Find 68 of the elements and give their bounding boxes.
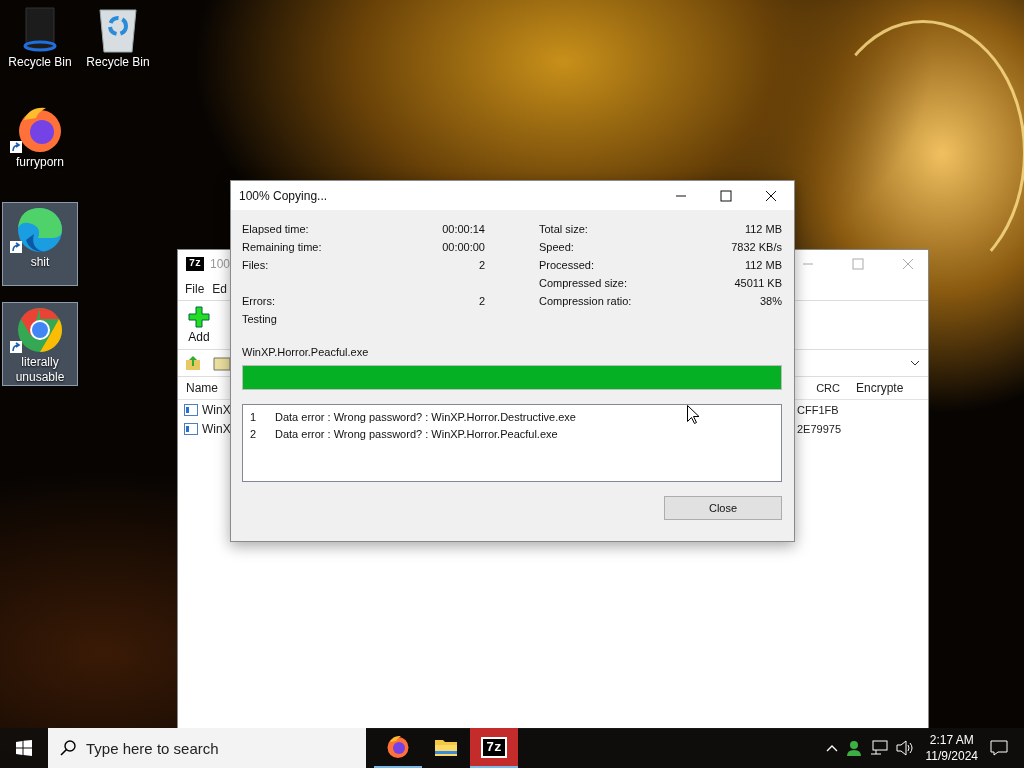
stat-label: Total size: <box>539 223 588 235</box>
stat-label: Elapsed time: <box>242 223 309 235</box>
operation-label: Testing <box>242 313 278 327</box>
clock-date[interactable]: 11/9/2024 <box>925 748 978 764</box>
stat-label: Errors: <box>242 295 275 307</box>
maximize-icon[interactable] <box>720 189 732 202</box>
close-icon[interactable] <box>765 189 777 202</box>
stat-value: 00:00:14 <box>442 223 485 235</box>
column-header[interactable]: CRC <box>796 382 846 394</box>
stat-value: 00:00:00 <box>442 241 485 253</box>
person-icon[interactable] <box>845 740 862 756</box>
desktop-shortcut[interactable]: Recycle Bin <box>2 2 78 86</box>
notification-icon[interactable] <box>990 740 1008 756</box>
stat-label: Files: <box>242 259 269 271</box>
window-title: 100% Copying... <box>239 188 328 203</box>
error-message: Data error : Wrong password? : WinXP.Horror.Peacful.exe <box>275 427 558 440</box>
taskbar-app[interactable]: 7z <box>470 728 518 768</box>
file-icon <box>184 403 198 416</box>
windows-logo-icon[interactable] <box>16 740 32 756</box>
table-cell-text: 2E79975 <box>796 422 843 435</box>
desktop-shortcut[interactable]: literally unusable <box>2 302 78 386</box>
table-cell: WinX <box>202 421 231 436</box>
stat-value: 45011 KB <box>734 277 782 289</box>
plus-icon <box>188 306 210 328</box>
app-logo: 7z <box>481 736 507 758</box>
stat-label: Speed: <box>539 241 574 253</box>
folder-up-icon[interactable] <box>184 354 202 372</box>
stat-label: Compressed size: <box>539 277 628 289</box>
stat-value: 2 <box>478 259 485 271</box>
browser-swirl-icon <box>16 206 64 254</box>
table-cell-text: CFF1FB <box>796 403 840 416</box>
volume-icon[interactable] <box>895 740 914 756</box>
file-icon <box>184 422 198 435</box>
desktop-shortcut[interactable]: Recycle Bin <box>80 2 156 86</box>
error-number: 1 <box>250 410 258 423</box>
network-icon[interactable] <box>869 740 888 756</box>
chevron-up-icon[interactable] <box>825 744 838 752</box>
toolbar-button[interactable]: Add <box>182 306 216 344</box>
recycle-bin-icon <box>96 6 140 54</box>
column-header[interactable]: Encrypte <box>846 381 928 395</box>
error-message: Data error : Wrong password? : WinXP.Horror.Destructive.exe <box>275 410 576 423</box>
current-file-name: WinXP.Horror.Peacful.exe <box>242 346 370 360</box>
dropdown-caret-icon[interactable] <box>910 360 920 366</box>
stat-value: 7832 KB/s <box>731 241 782 253</box>
window-title: 100 <box>210 257 231 271</box>
folder-icon <box>434 737 458 757</box>
menu-item[interactable]: File <box>185 282 205 296</box>
browser-globe-icon <box>386 735 410 759</box>
clock-time[interactable]: 2:17 AM <box>929 732 974 748</box>
desktop-shortcut[interactable]: shit <box>2 202 78 286</box>
error-number: 2 <box>250 427 258 440</box>
stat-label: Compression ratio: <box>539 295 632 307</box>
stat-label: Remaining time: <box>242 241 322 253</box>
folder-icon[interactable] <box>212 354 232 372</box>
close-button[interactable]: Close <box>664 496 782 520</box>
desktop-shortcut[interactable]: furryporn <box>2 102 78 186</box>
stat-label: Processed: <box>539 259 595 271</box>
app-logo: 7z <box>186 257 204 271</box>
stat-value: 112 MB <box>744 259 782 271</box>
browser-globe-icon <box>16 106 64 154</box>
stat-value: 2 <box>478 295 485 307</box>
table-cell: WinX <box>202 402 231 417</box>
stat-value: 38% <box>759 295 782 307</box>
stat-value: 112 MB <box>744 223 782 235</box>
search-icon <box>60 740 76 756</box>
search-field[interactable]: Type here to search <box>48 728 366 768</box>
browser-circle-icon <box>16 306 64 354</box>
menu-item[interactable]: Ed <box>212 282 228 296</box>
